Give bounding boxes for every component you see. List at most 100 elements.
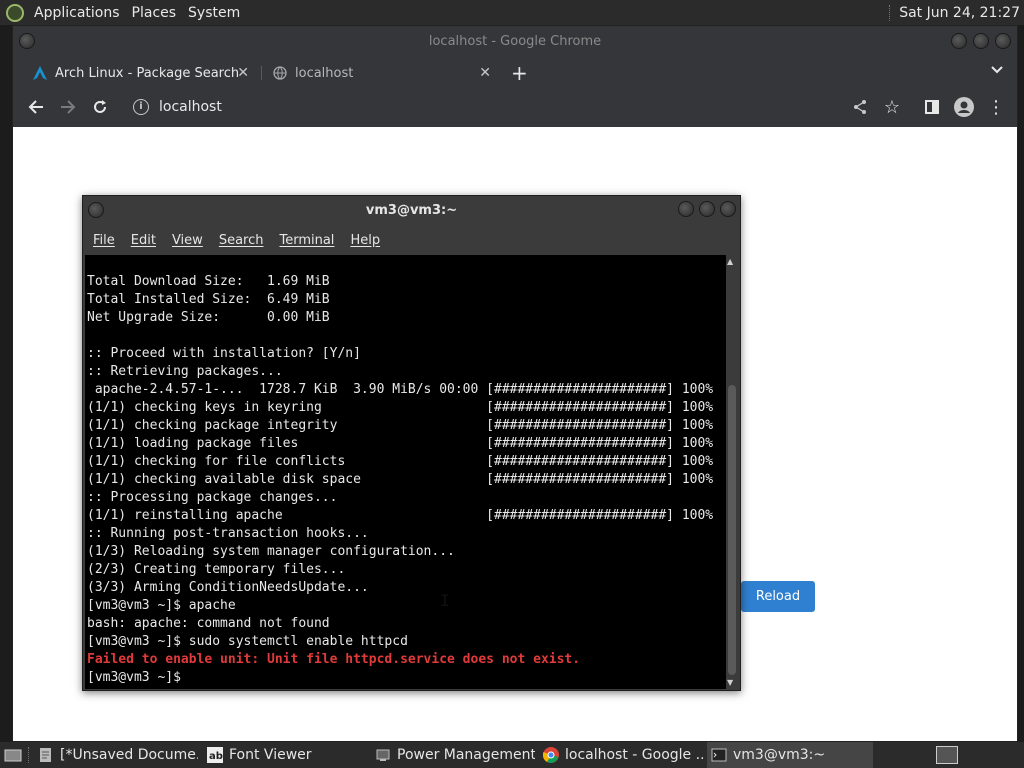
terminal-line: bash: apache: command not found: [87, 616, 330, 631]
svg-text:ab: ab: [209, 751, 223, 762]
menu-search[interactable]: Search: [219, 233, 264, 248]
maximize-button[interactable]: [973, 33, 989, 49]
terminal-line: ​: [87, 327, 726, 345]
maximize-button[interactable]: [699, 201, 715, 217]
taskbar-label: Power Management...: [397, 747, 535, 763]
chrome-titlebar[interactable]: localhost - Google Chrome: [13, 26, 1017, 58]
terminal-icon: [711, 747, 727, 763]
font-viewer-icon: ab: [207, 747, 223, 763]
close-tab-icon[interactable]: ✕: [479, 65, 491, 81]
terminal-title: vm3@vm3:~: [365, 203, 458, 218]
taskbar-label: [*Unsaved Docume...: [60, 747, 198, 763]
terminal-line: [vm3@vm3 ~]$ apache: [87, 598, 236, 613]
tab-separator: [261, 66, 262, 80]
taskbar-item-terminal[interactable]: vm3@vm3:~: [707, 742, 873, 768]
tab-strip: Arch Linux - Package Search ✕ localhost …: [13, 58, 1017, 88]
chrome-toolbar: i localhost ☆ ⋮: [13, 88, 1017, 126]
kebab-menu-icon[interactable]: ⋮: [985, 96, 1007, 118]
tab-label: Arch Linux - Package Search: [55, 65, 240, 81]
mate-logo-icon[interactable]: [6, 3, 24, 22]
panel-separator: [889, 4, 891, 21]
close-tab-icon[interactable]: ✕: [237, 65, 249, 81]
error-line: Failed to enable unit: Unit file httpcd.…: [87, 652, 581, 667]
address-bar[interactable]: i localhost: [125, 93, 845, 121]
taskbar-separator: [28, 747, 29, 763]
top-panel: Applications Places System Sat Jun 24, 2…: [0, 0, 1024, 25]
menu-view[interactable]: View: [172, 233, 203, 248]
applications-menu[interactable]: Applications: [30, 5, 128, 21]
profile-avatar-icon[interactable]: [953, 96, 975, 118]
terminal-line: (1/1) checking package integrity [######…: [87, 418, 714, 433]
show-desktop-icon[interactable]: [4, 742, 22, 768]
terminal-line: Net Upgrade Size: 0.00 MiB: [87, 310, 330, 325]
url-text[interactable]: localhost: [159, 99, 222, 115]
text-editor-icon: [38, 747, 54, 763]
arch-linux-icon: [33, 66, 47, 80]
close-button[interactable]: [720, 201, 736, 217]
tab-label: localhost: [295, 65, 354, 81]
terminal-line: (1/1) reinstalling apache [#############…: [87, 508, 714, 523]
reload-button[interactable]: Reload: [741, 581, 815, 612]
terminal-line: :: Processing package changes...: [87, 490, 338, 505]
globe-icon: [273, 66, 287, 80]
tab-localhost[interactable]: localhost ✕: [261, 58, 499, 88]
taskbar-item-font-viewer[interactable]: ab Font Viewer: [207, 742, 367, 768]
terminal-window: vm3@vm3:~ File Edit View Search Terminal…: [82, 195, 741, 691]
taskbar-label: vm3@vm3:~: [733, 747, 826, 763]
menu-help[interactable]: Help: [350, 233, 380, 248]
forward-arrow-icon[interactable]: [57, 96, 79, 118]
clock[interactable]: Sat Jun 24, 21:27: [899, 5, 1024, 21]
scroll-down-icon[interactable]: ▼: [727, 678, 733, 687]
taskbar-label: Font Viewer: [229, 747, 312, 763]
system-menu[interactable]: System: [184, 5, 248, 21]
terminal-line: (1/1) loading package files [###########…: [87, 436, 714, 451]
reload-icon[interactable]: [89, 96, 111, 118]
window-menu-icon[interactable]: [88, 202, 104, 218]
share-icon[interactable]: [849, 96, 871, 118]
close-button[interactable]: [995, 33, 1011, 49]
terminal-line: apache-2.4.57-1-... 1728.7 KiB 3.90 MiB/…: [87, 382, 714, 397]
minimize-button[interactable]: [678, 201, 694, 217]
back-arrow-icon[interactable]: [25, 96, 47, 118]
terminal-line: [vm3@vm3 ~]$ sudo systemctl enable httpc…: [87, 634, 408, 649]
chevron-down-icon[interactable]: [991, 63, 1003, 78]
taskbar-item-power-management[interactable]: Power Management...: [375, 742, 535, 768]
taskbar-label: localhost - Google ...: [565, 747, 703, 763]
window-title: localhost - Google Chrome: [428, 34, 602, 49]
taskbar-item-chrome[interactable]: localhost - Google ...: [543, 742, 703, 768]
terminal-scrollbar[interactable]: ▲ ▼: [726, 255, 738, 689]
terminal-titlebar[interactable]: vm3@vm3:~: [83, 196, 740, 226]
info-icon[interactable]: i: [133, 99, 149, 115]
i-beam-cursor-icon: I: [440, 591, 450, 610]
prompt-line[interactable]: [vm3@vm3 ~]$: [87, 669, 726, 687]
terminal-line: Total Download Size: 1.69 MiB: [87, 274, 330, 289]
terminal-line: (2/3) Creating temporary files...: [87, 562, 346, 577]
bookmark-star-icon[interactable]: ☆: [881, 96, 903, 118]
new-tab-icon[interactable]: +: [511, 61, 528, 85]
terminal-line: (1/1) checking for file conflicts [#####…: [87, 454, 714, 469]
places-menu[interactable]: Places: [128, 5, 185, 21]
terminal-line: (1/3) Reloading system manager configura…: [87, 544, 455, 559]
menu-edit[interactable]: Edit: [131, 233, 156, 248]
terminal-line: :: Retrieving packages...: [87, 364, 283, 379]
workspace-switcher[interactable]: [936, 746, 958, 764]
side-panel-icon[interactable]: [921, 96, 943, 118]
window-menu-icon[interactable]: [19, 33, 35, 49]
terminal-menubar: File Edit View Search Terminal Help: [83, 226, 740, 254]
terminal-line: (1/1) checking available disk space [###…: [87, 472, 714, 487]
scroll-up-icon[interactable]: ▲: [727, 257, 733, 266]
terminal-line: :: Proceed with installation? [Y/n]: [87, 346, 361, 361]
terminal-line: Total Installed Size: 6.49 MiB: [87, 292, 330, 307]
menu-file[interactable]: File: [93, 233, 115, 248]
terminal-output[interactable]: Total Download Size: 1.69 MiB Total Insta…: [85, 255, 726, 689]
tab-arch-linux[interactable]: Arch Linux - Package Search ✕: [25, 58, 257, 88]
chrome-icon: [543, 747, 559, 763]
minimize-button[interactable]: [951, 33, 967, 49]
scrollbar-thumb[interactable]: [728, 385, 736, 675]
power-icon: [375, 747, 391, 763]
terminal-line: (1/1) checking keys in keyring [########…: [87, 400, 714, 415]
menu-terminal[interactable]: Terminal: [279, 233, 334, 248]
terminal-line: :: Running post-transaction hooks...: [87, 526, 369, 541]
bottom-taskbar: [*Unsaved Docume... ab Font Viewer Power…: [0, 742, 1024, 768]
taskbar-item-text-editor[interactable]: [*Unsaved Docume...: [38, 742, 198, 768]
